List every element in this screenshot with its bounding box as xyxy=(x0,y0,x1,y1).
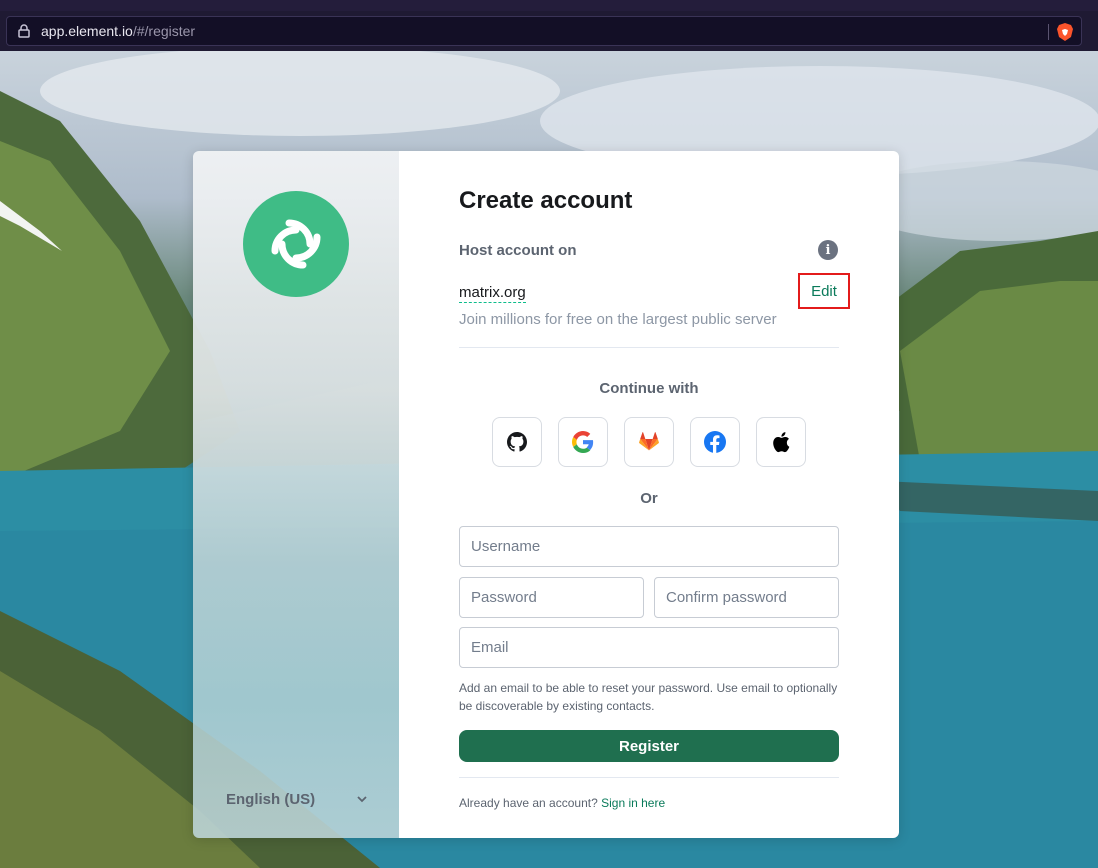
email-field[interactable] xyxy=(459,627,839,668)
apple-sso-button[interactable] xyxy=(756,417,806,467)
google-icon xyxy=(572,431,594,453)
edit-server-button[interactable]: Edit xyxy=(798,273,850,309)
register-button[interactable]: Register xyxy=(459,730,839,762)
language-selector[interactable]: English (US) xyxy=(226,787,368,811)
browser-chrome: app.element.io /#/register xyxy=(0,0,1098,51)
facebook-icon xyxy=(704,431,726,453)
host-account-label: Host account on xyxy=(459,242,577,259)
auth-card: English (US) Create account Host account… xyxy=(193,151,899,838)
confirm-password-field[interactable] xyxy=(654,577,839,618)
page-title: Create account xyxy=(459,187,633,214)
github-icon xyxy=(507,432,527,452)
auth-body: Create account Host account on i matrix.… xyxy=(399,151,899,838)
apple-icon xyxy=(773,432,790,453)
password-field[interactable] xyxy=(459,577,644,618)
server-name[interactable]: matrix.org xyxy=(459,284,526,303)
or-separator: Or xyxy=(640,490,658,507)
facebook-sso-button[interactable] xyxy=(690,417,740,467)
url-host: app.element.io xyxy=(41,23,133,39)
gitlab-icon xyxy=(639,432,659,451)
info-icon[interactable]: i xyxy=(818,240,838,260)
element-logo-icon xyxy=(243,191,349,297)
github-sso-button[interactable] xyxy=(492,417,542,467)
sign-in-prompt: Already have an account? Sign in here xyxy=(459,796,665,810)
auth-sidebar: English (US) xyxy=(193,151,399,838)
already-have-account-text: Already have an account? xyxy=(459,796,598,810)
sign-in-link[interactable]: Sign in here xyxy=(601,796,665,810)
tab-strip xyxy=(0,0,1098,11)
address-bar[interactable]: app.element.io /#/register xyxy=(6,16,1082,46)
lock-icon[interactable] xyxy=(17,24,31,38)
chevron-down-icon xyxy=(357,796,367,803)
email-help-text: Add an email to be able to reset your pa… xyxy=(459,681,838,713)
server-description: Join millions for free on the largest pu… xyxy=(459,311,777,328)
google-sso-button[interactable] xyxy=(558,417,608,467)
username-field[interactable] xyxy=(459,526,839,567)
divider xyxy=(459,777,839,778)
continue-with-label: Continue with xyxy=(599,380,699,397)
sso-buttons xyxy=(492,417,806,467)
url-path: /#/register xyxy=(132,23,196,39)
divider xyxy=(459,347,839,348)
language-label: English (US) xyxy=(226,790,316,808)
url-separator xyxy=(1048,24,1049,40)
brave-lion-icon[interactable] xyxy=(1055,22,1075,42)
gitlab-sso-button[interactable] xyxy=(624,417,674,467)
